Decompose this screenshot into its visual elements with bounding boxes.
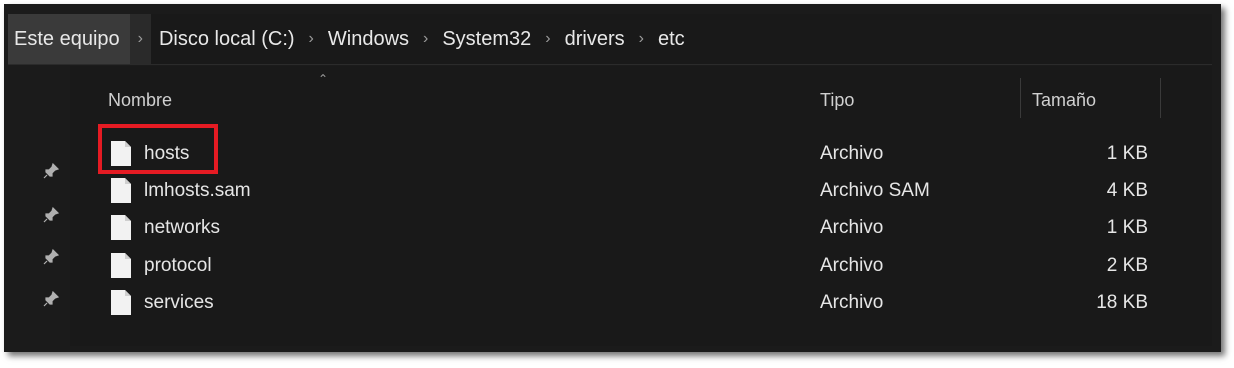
file-icon <box>111 178 131 203</box>
column-header-name[interactable]: Nombre <box>108 90 172 111</box>
file-type: Archivo <box>820 255 884 276</box>
navigation-pane <box>8 66 66 346</box>
file-size: 18 KB <box>1096 292 1148 313</box>
sort-ascending-icon: ⌃ <box>318 72 329 86</box>
column-header-row: ⌃ Nombre Tipo Tamaño <box>70 66 1212 118</box>
breadcrumb-drivers[interactable]: drivers <box>557 14 633 64</box>
breadcrumb-system32[interactable]: System32 <box>434 14 539 64</box>
file-name: networks <box>144 217 221 238</box>
column-divider[interactable] <box>1160 78 1161 118</box>
pin-icon[interactable] <box>42 162 60 180</box>
file-size: 4 KB <box>1106 180 1148 201</box>
breadcrumb-este-equipo[interactable]: Este equipo <box>8 14 130 64</box>
file-type: Archivo SAM <box>820 180 930 201</box>
breadcrumb-separator-icon[interactable]: › <box>417 14 434 64</box>
file-type: Archivo <box>820 292 884 313</box>
file-icon <box>111 215 131 240</box>
file-row-networks[interactable]: networks Archivo 1 KB <box>70 210 1170 246</box>
file-type: Archivo <box>820 217 884 238</box>
file-row-protocol[interactable]: protocol Archivo 2 KB <box>70 248 1170 284</box>
file-row-services[interactable]: services Archivo 18 KB <box>70 285 1170 321</box>
breadcrumb-separator-icon[interactable]: › <box>303 14 320 64</box>
column-header-size[interactable]: Tamaño <box>1032 90 1096 111</box>
file-icon <box>111 290 131 315</box>
file-size: 1 KB <box>1106 143 1148 164</box>
pin-icon[interactable] <box>42 290 60 308</box>
pin-icon[interactable] <box>42 248 60 266</box>
highlight-box <box>98 124 218 174</box>
file-size: 1 KB <box>1106 217 1148 238</box>
breadcrumb-disco-local[interactable]: Disco local (C:) <box>151 14 303 64</box>
file-name: services <box>144 292 214 313</box>
file-row-hosts[interactable]: hosts Archivo 1 KB <box>70 136 1170 172</box>
breadcrumb-separator-icon[interactable]: › <box>539 14 556 64</box>
address-bar[interactable]: Este equipo › Disco local (C:) › Windows… <box>8 14 1212 65</box>
column-divider[interactable] <box>1020 78 1021 118</box>
file-row-lmhosts[interactable]: lmhosts.sam Archivo SAM 4 KB <box>70 173 1170 209</box>
file-size: 2 KB <box>1106 255 1148 276</box>
breadcrumb-windows[interactable]: Windows <box>320 14 417 64</box>
file-icon <box>111 253 131 278</box>
file-list: ⌃ Nombre Tipo Tamaño hosts Archivo 1 KB … <box>70 66 1212 346</box>
breadcrumb-separator-icon[interactable]: › <box>129 14 151 64</box>
file-name: lmhosts.sam <box>144 180 251 201</box>
breadcrumb-etc[interactable]: etc <box>650 14 693 64</box>
breadcrumb-separator-icon[interactable]: › <box>633 14 650 64</box>
file-name: protocol <box>144 255 212 276</box>
pin-icon[interactable] <box>42 206 60 224</box>
file-type: Archivo <box>820 143 884 164</box>
column-header-type[interactable]: Tipo <box>820 90 854 111</box>
